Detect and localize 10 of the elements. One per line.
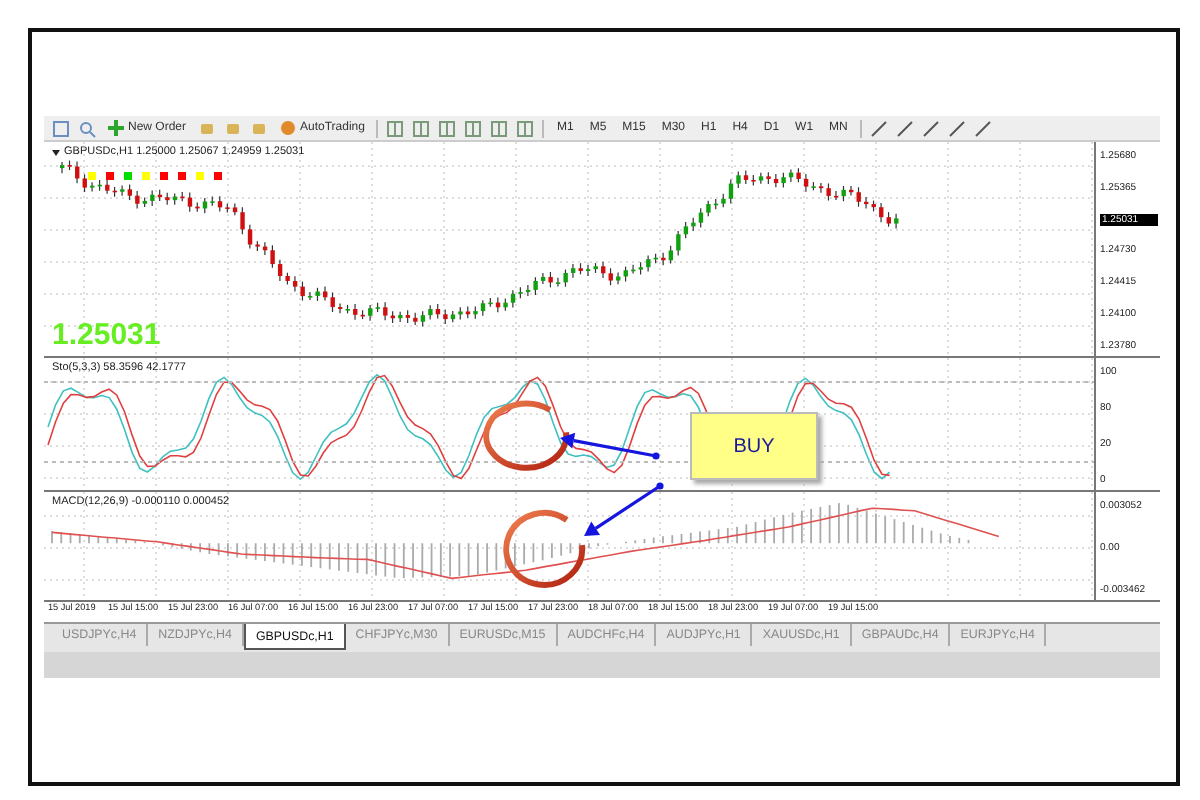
circle-annotation — [483, 400, 570, 471]
plus-icon — [108, 120, 124, 136]
zoom-icon[interactable] — [78, 119, 96, 137]
buy-note: BUY — [690, 412, 818, 480]
dropdown-icon[interactable] — [52, 149, 60, 155]
current-price: 1.25031 — [52, 318, 161, 352]
circle-annotation — [503, 510, 586, 588]
arrow-annotation — [584, 482, 664, 536]
trendline-icon[interactable] — [973, 119, 992, 137]
arrow-annotation — [560, 432, 660, 460]
